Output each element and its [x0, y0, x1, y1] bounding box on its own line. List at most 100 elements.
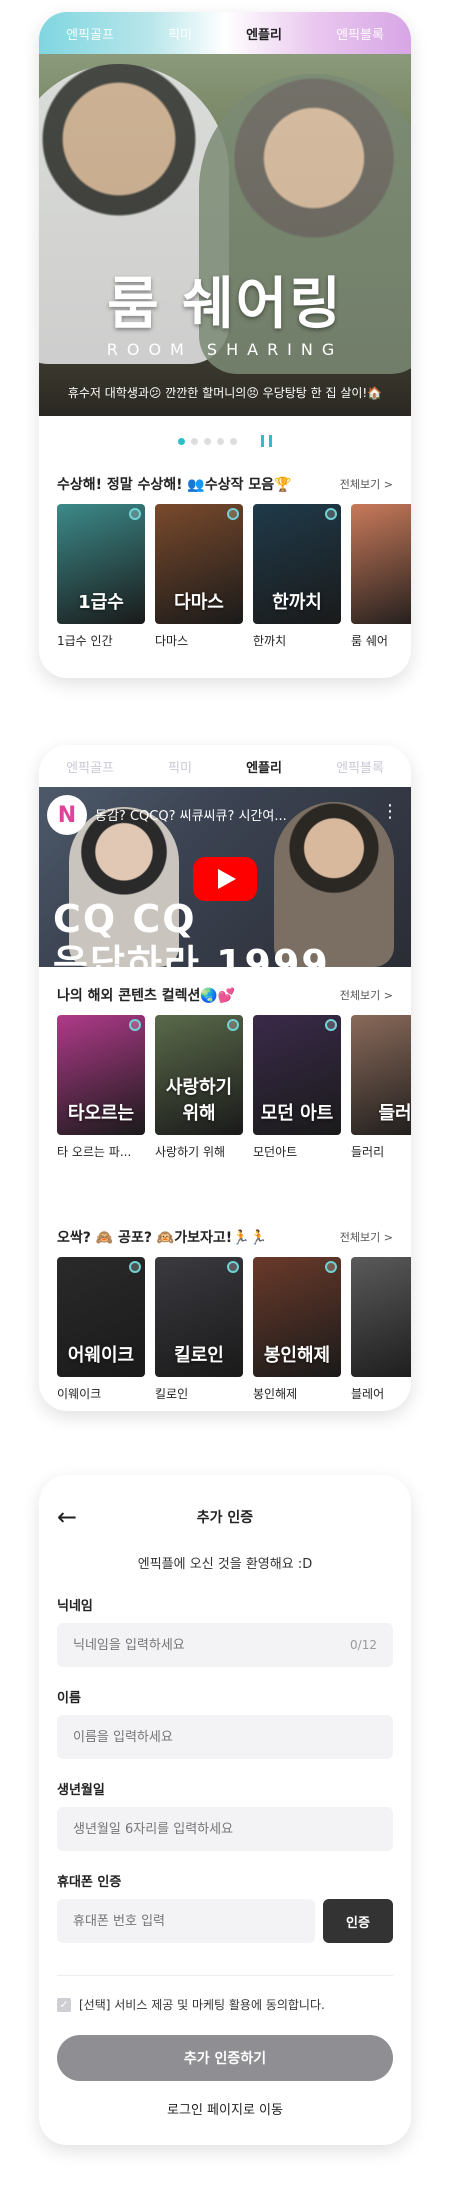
page-title: 추가 인증 [196, 1510, 254, 1526]
content-card[interactable]: 모던 아트모던아트 [253, 1015, 341, 1160]
submit-button[interactable]: 추가 인증하기 [57, 2035, 393, 2081]
content-caption: 이웨이크 [57, 1387, 102, 1401]
poster-image[interactable]: 모던 아트 [253, 1015, 341, 1135]
agree-row[interactable]: ✓ [선택] 서비스 제공 및 마케팅 활용에 동의합니다. [57, 1996, 325, 2013]
content-caption: 들러리 [351, 1145, 385, 1159]
content-card[interactable]: 한까치 한까치 [253, 504, 341, 649]
tab-nplay[interactable]: 엔플리 [246, 757, 282, 776]
tab-npick-block[interactable]: 엔픽블록 [336, 757, 384, 776]
nickname-counter: 0/12 [350, 1638, 377, 1652]
agree-text: [선택] 서비스 제공 및 마케팅 활용에 동의합니다. [79, 1998, 325, 2012]
npick-badge-icon [129, 508, 141, 520]
welcome-text: 엔픽플에 오신 것을 환영해요 :D [137, 1557, 313, 1572]
content-card[interactable]: 킬로인 킬로인 [155, 1257, 243, 1402]
content-card[interactable]: 다마스 다마스 [155, 504, 243, 649]
login-link[interactable]: 로그인 페이지로 이동 [39, 2099, 411, 2118]
npick-badge-icon [129, 1019, 141, 1031]
content-card[interactable]: 봉인해제 봉인해제 [253, 1257, 341, 1402]
checkbox-icon[interactable]: ✓ [57, 1997, 71, 2012]
header: ← 추가 인증 [39, 1495, 411, 1535]
hero-banner[interactable]: 룸 쉐어링 ROOM SHARING 휴수저 대학생과😕 깐깐한 할머니의😣 우… [39, 54, 411, 416]
play-button[interactable] [193, 857, 257, 901]
content-caption: 모던아트 [253, 1145, 298, 1159]
content-card[interactable]: 사랑하기 위해 사랑하기 위해 [155, 1015, 243, 1160]
content-card[interactable]: 블레어 [351, 1257, 411, 1402]
content-card[interactable]: 룸 쉐어 [351, 504, 411, 649]
content-caption: 1급수 인간 [57, 634, 113, 648]
channel-logo-icon[interactable]: N [47, 795, 87, 835]
content-caption: 다마스 [155, 634, 189, 648]
poster-title: 타오르는 [67, 1103, 135, 1124]
see-all-link[interactable]: 전체보기 > [340, 476, 393, 492]
tab-npick-golf[interactable]: 엔픽골프 [66, 24, 114, 43]
video-player[interactable]: N 동감? CQCQ? 씨큐씨큐? 시간여... ⋮ CQ CQ 응답하라 19… [39, 787, 411, 967]
overseas-row: 타오르는 타 오르는 파... 사랑하기 위해 사랑하기 위해 모던 아트 모던아트 들러 들… [57, 1015, 411, 1160]
top-tabs: 엔픽골프 픽미 엔플리 엔픽블록 [39, 12, 411, 54]
video-title: 동감? CQCQ? 씨큐씨큐? 시간여... [95, 809, 287, 824]
phone-input[interactable] [57, 1899, 315, 1943]
tab-nplay[interactable]: 엔플리 [246, 24, 282, 43]
carousel-dot[interactable] [204, 437, 211, 445]
carousel-dot[interactable] [191, 437, 198, 445]
poster-image[interactable]: 1급수 [57, 504, 145, 624]
poster-image[interactable]: 봉인해제 [253, 1257, 341, 1377]
content-card[interactable]: 타오르는 타 오르는 파... [57, 1015, 145, 1160]
poster-title: 봉인해제 [263, 1345, 331, 1366]
name-label: 이름 [57, 1691, 81, 1706]
content-caption: 블레어 [351, 1387, 385, 1401]
section-title: 수상해! 정말 수상해! 👥수상작 모음🏆 [57, 477, 292, 493]
npick-badge-icon [227, 508, 239, 520]
carousel-dot[interactable] [230, 437, 237, 445]
poster-title: 사랑하기 위해 [165, 1077, 233, 1124]
npick-badge-icon [227, 1261, 239, 1273]
nickname-label: 닉네임 [57, 1599, 93, 1614]
carousel-dot[interactable] [178, 437, 185, 445]
nickname-input[interactable] [57, 1623, 393, 1667]
npick-badge-icon [227, 1019, 239, 1031]
poster-title: 다마스 [174, 592, 224, 613]
see-all-link[interactable]: 전체보기 > [340, 987, 393, 1003]
verify-button[interactable]: 인증 [323, 1899, 393, 1943]
more-options-icon[interactable]: ⋮ [381, 801, 399, 822]
content-card[interactable]: 들러들러리 [351, 1015, 411, 1160]
tab-pickme[interactable]: 픽미 [168, 757, 192, 776]
carousel-indicator [39, 435, 411, 447]
phone-label: 휴대폰 인증 [57, 1875, 122, 1890]
poster-image[interactable]: 다마스 [155, 504, 243, 624]
npick-badge-icon [325, 1019, 337, 1031]
poster-title: 들러 [378, 1103, 411, 1124]
poster-image[interactable]: 들러 [351, 1015, 411, 1135]
npick-badge-icon [129, 1261, 141, 1273]
section-title: 나의 해외 콘텐츠 컬렉션🌏💕 [57, 988, 236, 1004]
horror-row: 어웨이크 이웨이크 킬로인 킬로인 봉인해제 봉인해제 블레어 [57, 1257, 411, 1402]
carousel-dot[interactable] [217, 437, 224, 445]
poster-image[interactable]: 사랑하기 위해 [155, 1015, 243, 1135]
horror-section-header: 오싹? 🙈 공포? 🙉가보자고!🏃🏃 전체보기 > [57, 1227, 393, 1247]
content-card[interactable]: 어웨이크이웨이크 [57, 1257, 145, 1402]
birth-input[interactable] [57, 1807, 393, 1851]
hero-title: 룸 쉐어링 [107, 272, 343, 337]
tab-pickme[interactable]: 픽미 [168, 24, 192, 43]
poster-image[interactable]: 어웨이크 [57, 1257, 145, 1377]
poster-image[interactable] [351, 1257, 411, 1377]
tab-npick-golf[interactable]: 엔픽골프 [66, 757, 114, 776]
poster-image[interactable]: 한까치 [253, 504, 341, 624]
tab-npick-block[interactable]: 엔픽블록 [336, 24, 384, 43]
poster-title: 모던 아트 [260, 1103, 334, 1124]
name-input[interactable] [57, 1715, 393, 1759]
content-caption: 봉인해제 [253, 1387, 298, 1401]
content-caption: 한까치 [253, 634, 287, 648]
section-title: 오싹? 🙈 공포? 🙉가보자고!🏃🏃 [57, 1230, 268, 1246]
home-screen: 엔픽골프 픽미 엔플리 엔픽블록 룸 쉐어링 ROOM SHARING 휴수저 … [39, 12, 411, 678]
birth-label: 생년월일 [57, 1783, 105, 1798]
npick-badge-icon [325, 1261, 337, 1273]
poster-image[interactable]: 타오르는 [57, 1015, 145, 1135]
content-card[interactable]: 1급수 1급수 인간 [57, 504, 145, 649]
poster-image[interactable] [351, 504, 411, 624]
poster-image[interactable]: 킬로인 [155, 1257, 243, 1377]
poster-title: 1급수 [78, 592, 124, 613]
see-all-link[interactable]: 전체보기 > [340, 1229, 393, 1245]
npick-badge-icon [325, 508, 337, 520]
pause-icon[interactable] [261, 435, 272, 447]
overseas-section-header: 나의 해외 콘텐츠 컬렉션🌏💕 전체보기 > [57, 985, 393, 1005]
